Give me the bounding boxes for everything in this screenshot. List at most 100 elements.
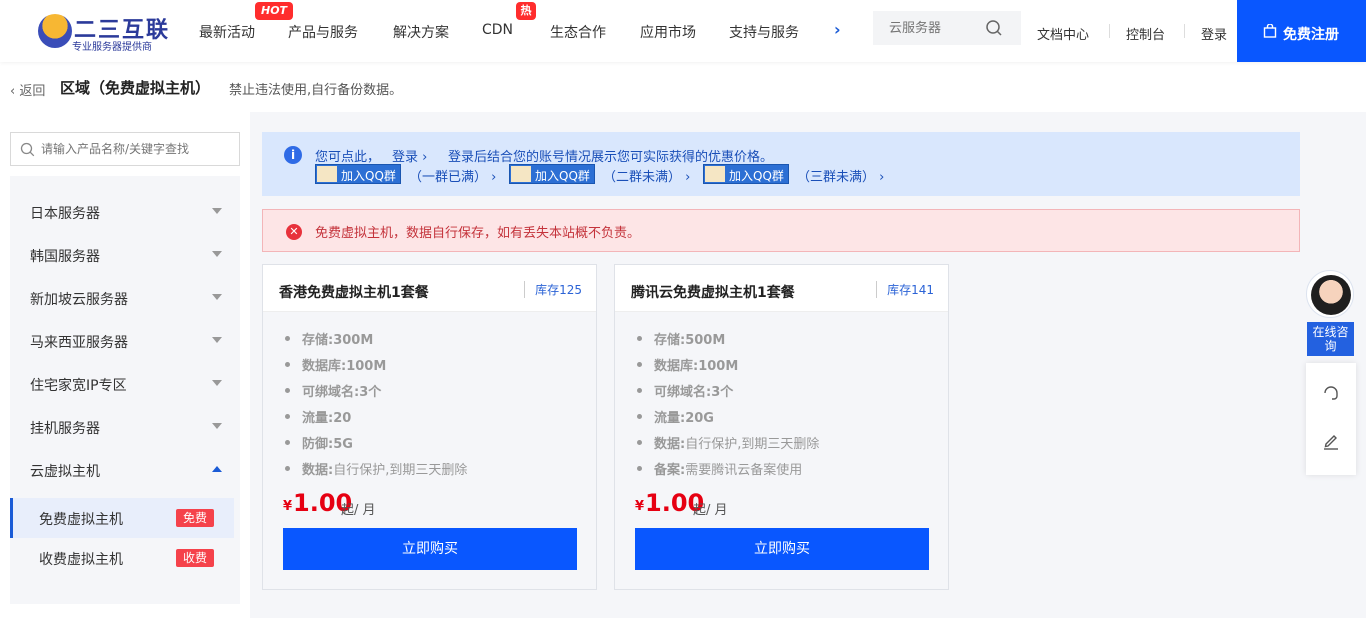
register-label: 免费注册 [1283,27,1339,43]
service-avatar[interactable] [1306,270,1354,318]
sidebar-item-label: 挂机服务器 [30,421,100,437]
chevron-down-icon [212,208,222,214]
sidebar-item-malaysia[interactable]: 马来西亚服务器 [10,320,240,362]
online-consult-button[interactable]: 在线咨询 [1307,322,1354,356]
nav-latest-activity[interactable]: 最新活动 [199,22,255,42]
sidebar-subitem-label: 收费虚拟主机 [39,552,123,568]
product-card: 香港免费虚拟主机1套餐 库存125 存储:300M 数据库:100M 可绑域名:… [262,264,597,590]
card-body: 存储:300M 数据库:100M 可绑域名:3个 流量:20 防御:5G 数据:… [263,312,596,589]
stock-badge: 库存125 [524,281,582,298]
back-label: 返回 [19,84,46,99]
site-logo[interactable]: 二三互联 专业服务器提供商 [38,12,168,53]
agent-avatar-icon [1311,275,1351,315]
qq-join-label: 加入QQ群 [535,169,590,183]
qq-group-icon [317,166,337,182]
warning-notice: ✕ 免费虚拟主机，数据自行保存，如有丢失本站概不负责。 [262,209,1300,252]
card-title: 香港免费虚拟主机1套餐 [279,285,429,301]
sidebar-subitem-paid-host[interactable]: 收费虚拟主机 收费 [10,538,234,578]
back-link[interactable]: ‹ 返回 [10,80,45,99]
close-circle-icon: ✕ [286,224,302,240]
stock-badge: 库存141 [876,281,934,298]
bag-icon [1263,24,1277,38]
chevron-up-icon [212,466,222,472]
login-link[interactable]: 登录 [1201,24,1227,43]
buy-now-button[interactable]: 立即购买 [283,528,577,570]
hot-badge: HOT [255,2,294,20]
price-currency: ¥ [283,499,293,514]
sidebar-list: 日本服务器 韩国服务器 新加坡云服务器 马来西亚服务器 住宅家宽IP专区 挂机服… [10,176,240,604]
top-search-box [873,11,1021,45]
register-button[interactable]: 免费注册 [1237,0,1366,62]
chevron-down-icon [212,251,222,257]
chevron-down-icon [212,337,222,343]
sidebar-item-singapore[interactable]: 新加坡云服务器 [10,277,240,319]
free-tag: 免费 [176,509,214,527]
card-header: 香港免费虚拟主机1套餐 库存125 [263,265,596,312]
qq-join-badge: 加入QQ群 [703,164,789,184]
qq-join-badge: 加入QQ群 [315,164,401,184]
page-note: 禁止违法使用,自行备份数据。 [229,83,403,98]
qq-group-icon [705,166,725,182]
nav-app-market[interactable]: 应用市场 [640,22,696,42]
chevron-down-icon [212,423,222,429]
product-card: 腾讯云免费虚拟主机1套餐 库存141 存储:500M 数据库:100M 可绑域名… [614,264,949,590]
edit-icon[interactable] [1321,431,1341,451]
search-icon [20,142,35,157]
sidebar-item-residential-ip[interactable]: 住宅家宽IP专区 [10,363,240,405]
qq-group-icon [511,166,531,182]
info-icon: i [284,146,302,164]
search-icon[interactable] [985,19,1003,37]
sidebar-item-japan[interactable]: 日本服务器 [10,191,240,233]
card-header: 腾讯云免费虚拟主机1套餐 库存141 [615,265,948,312]
headset-icon[interactable] [1321,382,1341,402]
sidebar-item-label: 云虚拟主机 [30,464,100,480]
sidebar-item-label: 新加坡云服务器 [30,292,128,308]
floating-service-widget: 在线咨询 [1306,270,1356,476]
buy-now-button[interactable]: 立即购买 [635,528,929,570]
page-title: 区域（免费虚拟主机） [60,79,211,97]
price-currency: ¥ [635,499,645,514]
sidebar-item-hang-server[interactable]: 挂机服务器 [10,406,240,448]
header-divider [1184,24,1185,38]
sidebar-subitem-label: 免费虚拟主机 [39,512,123,528]
warning-text: 免费虚拟主机，数据自行保存，如有丢失本站概不负责。 [315,226,641,241]
sidebar-item-label: 日本服务器 [30,206,100,222]
sidebar-item-label: 马来西亚服务器 [30,335,128,351]
hot-cn-badge: 热 [516,2,536,20]
qq-group-status: （一群已满） › [409,170,497,185]
paid-tag: 收费 [176,549,214,567]
docs-link[interactable]: 文档中心 [1037,24,1089,43]
qq-group-status: （三群未满） › [797,170,885,185]
logo-mark-icon [38,14,72,48]
chevron-down-icon [212,294,222,300]
sidebar-subitem-free-host[interactable]: 免费虚拟主机 免费 [10,498,234,538]
nav-cdn[interactable]: CDN [482,22,513,38]
chevron-down-icon [212,380,222,386]
sidebar-search-input[interactable] [41,133,236,165]
price-unit: 起/ 月 [341,503,376,518]
top-search-input[interactable] [889,11,985,45]
nav-products[interactable]: 产品与服务 [288,22,358,42]
nav-ecosystem[interactable]: 生态合作 [550,22,606,42]
info-notice: i 您可点此， 登录 › 登录后结合您的账号情况展示您可实际获得的优惠价格。 加… [262,132,1300,196]
info-text-rest: 登录后结合您的账号情况展示您可实际获得的优惠价格。 [448,150,774,165]
nav-support[interactable]: 支持与服务 [729,22,799,42]
nav-solutions[interactable]: 解决方案 [393,22,449,42]
qq-join-label: 加入QQ群 [341,169,396,183]
float-toolbox [1306,363,1356,475]
price-unit: 起/ 月 [693,503,728,518]
console-link[interactable]: 控制台 [1126,24,1165,43]
sidebar-item-virtual-host[interactable]: 云虚拟主机 [10,449,240,491]
sidebar-item-korea[interactable]: 韩国服务器 [10,234,240,276]
info-login-link[interactable]: 登录 › [392,146,427,165]
info-text: 您可点此， [315,150,381,165]
logo-subtitle: 专业服务器提供商 [72,42,152,53]
sidebar-item-label: 住宅家宽IP专区 [30,378,127,394]
qq-join-badge: 加入QQ群 [509,164,595,184]
top-header: 二三互联 专业服务器提供商 最新活动 HOT 产品与服务 解决方案 CDN 热 … [0,0,1366,62]
nav-more-chevron-icon[interactable]: › [834,20,841,39]
card-title: 腾讯云免费虚拟主机1套餐 [631,285,795,301]
header-divider [1109,24,1110,38]
qq-join-label: 加入QQ群 [729,169,784,183]
card-body: 存储:500M 数据库:100M 可绑域名:3个 流量:20G 数据:自行保护,… [615,312,948,589]
